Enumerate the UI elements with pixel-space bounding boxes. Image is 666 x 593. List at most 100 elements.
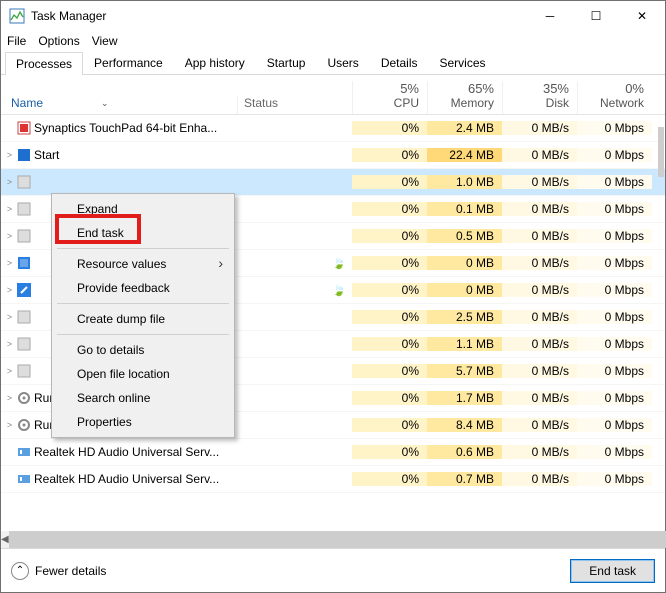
footer: ⌃ Fewer details End task [1,548,665,592]
cell-memory: 1.1 MB [427,337,502,351]
cell-memory: 0.1 MB [427,202,502,216]
chevron-up-icon: ⌃ [11,562,29,580]
menu-item-provide-feedback[interactable]: Provide feedback [55,276,231,300]
horizontal-scrollbar[interactable]: ◀ ▶ [1,531,665,548]
process-icon [16,309,32,325]
expand-icon[interactable]: > [5,231,14,241]
menu-item-resource-values[interactable]: Resource values [55,252,231,276]
table-row[interactable]: Realtek HD Audio Universal Serv...0%0.7 … [1,466,665,493]
expand-icon[interactable]: > [5,150,14,160]
cell-disk: 0 MB/s [502,472,577,486]
process-icon [16,471,32,487]
cell-memory: 2.5 MB [427,310,502,324]
menu-item-search-online[interactable]: Search online [55,386,231,410]
process-icon [16,444,32,460]
fewer-details-toggle[interactable]: ⌃ Fewer details [11,562,106,580]
cell-network: 0 Mbps [577,391,652,405]
tab-performance[interactable]: Performance [83,51,174,74]
cell-network: 0 Mbps [577,418,652,432]
cell-cpu: 0% [352,148,427,162]
expand-icon[interactable]: > [5,204,14,214]
process-name: Realtek HD Audio Universal Serv... [34,472,219,486]
expand-icon[interactable]: > [5,177,14,187]
cell-network: 0 Mbps [577,256,652,270]
cell-network: 0 Mbps [577,148,652,162]
tab-processes[interactable]: Processes [5,52,83,75]
vertical-scrollbar-thumb[interactable] [658,127,664,177]
cell-status: 🍃 [237,257,352,270]
cell-cpu: 0% [352,229,427,243]
cell-status: 🍃 [237,284,352,297]
cell-memory: 0 MB [427,283,502,297]
expand-icon[interactable]: > [5,285,14,295]
expand-icon[interactable]: > [5,312,14,322]
menu-item-end-task[interactable]: End task [55,221,231,245]
column-status[interactable]: Status [237,96,352,114]
end-task-button[interactable]: End task [570,559,655,583]
column-memory[interactable]: 65%Memory [427,81,502,114]
table-row[interactable]: >Start0%22.4 MB0 MB/s0 Mbps [1,142,665,169]
process-icon [16,417,32,433]
table-row[interactable]: Realtek HD Audio Universal Serv...0%0.6 … [1,439,665,466]
expand-icon[interactable]: > [5,393,14,403]
expand-icon[interactable]: > [5,339,14,349]
table-row[interactable]: >0%1.0 MB0 MB/s0 Mbps [1,169,665,196]
tab-details[interactable]: Details [370,51,429,74]
cell-name: Synaptics TouchPad 64-bit Enha... [1,120,237,136]
cell-memory: 1.0 MB [427,175,502,189]
cell-memory: 0.6 MB [427,445,502,459]
tab-services[interactable]: Services [429,51,497,74]
cell-network: 0 Mbps [577,229,652,243]
menu-separator [57,334,229,335]
menu-item-open-file-location[interactable]: Open file location [55,362,231,386]
cell-disk: 0 MB/s [502,229,577,243]
expand-icon[interactable]: > [5,366,14,376]
column-network[interactable]: 0%Network [577,81,652,114]
minimize-button[interactable]: ─ [527,1,573,31]
cell-disk: 0 MB/s [502,391,577,405]
process-icon [16,255,32,271]
cell-cpu: 0% [352,310,427,324]
tab-app-history[interactable]: App history [174,51,256,74]
cell-network: 0 Mbps [577,202,652,216]
cell-memory: 8.4 MB [427,418,502,432]
maximize-button[interactable]: ☐ [573,1,619,31]
table-row[interactable]: Synaptics TouchPad 64-bit Enha...0%2.4 M… [1,115,665,142]
column-disk[interactable]: 35%Disk [502,81,577,114]
process-name: Realtek HD Audio Universal Serv... [34,445,219,459]
menu-item-create-dump-file[interactable]: Create dump file [55,307,231,331]
menu-item-properties[interactable]: Properties [55,410,231,434]
menu-item-go-to-details[interactable]: Go to details [55,338,231,362]
column-cpu[interactable]: 5%CPU [352,81,427,114]
cell-cpu: 0% [352,175,427,189]
menu-view[interactable]: View [92,34,118,48]
menu-options[interactable]: Options [38,34,79,48]
cell-network: 0 Mbps [577,364,652,378]
cell-network: 0 Mbps [577,445,652,459]
cell-network: 0 Mbps [577,283,652,297]
cell-name: >Start [1,147,237,163]
cell-cpu: 0% [352,337,427,351]
leaf-icon: 🍃 [332,257,346,270]
close-button[interactable]: ✕ [619,1,665,31]
cell-disk: 0 MB/s [502,418,577,432]
cell-memory: 0.5 MB [427,229,502,243]
process-icon [16,147,32,163]
tab-users[interactable]: Users [316,51,369,74]
cell-disk: 0 MB/s [502,283,577,297]
scroll-left-icon[interactable]: ◀ [1,534,9,545]
cell-network: 0 Mbps [577,175,652,189]
expand-icon[interactable]: > [5,258,14,268]
process-icon [16,174,32,190]
scrollbar-thumb[interactable] [9,531,666,548]
tab-bar: Processes Performance App history Startu… [1,51,665,75]
process-icon [16,201,32,217]
menu-item-expand[interactable]: Expand [55,197,231,221]
cell-cpu: 0% [352,391,427,405]
column-headers: ⌄ Name Status 5%CPU 65%Memory 35%Disk 0%… [1,75,665,115]
cell-memory: 2.4 MB [427,121,502,135]
expand-icon[interactable]: > [5,420,14,430]
menu-file[interactable]: File [7,34,26,48]
column-name[interactable]: ⌄ Name [1,96,237,114]
tab-startup[interactable]: Startup [256,51,317,74]
